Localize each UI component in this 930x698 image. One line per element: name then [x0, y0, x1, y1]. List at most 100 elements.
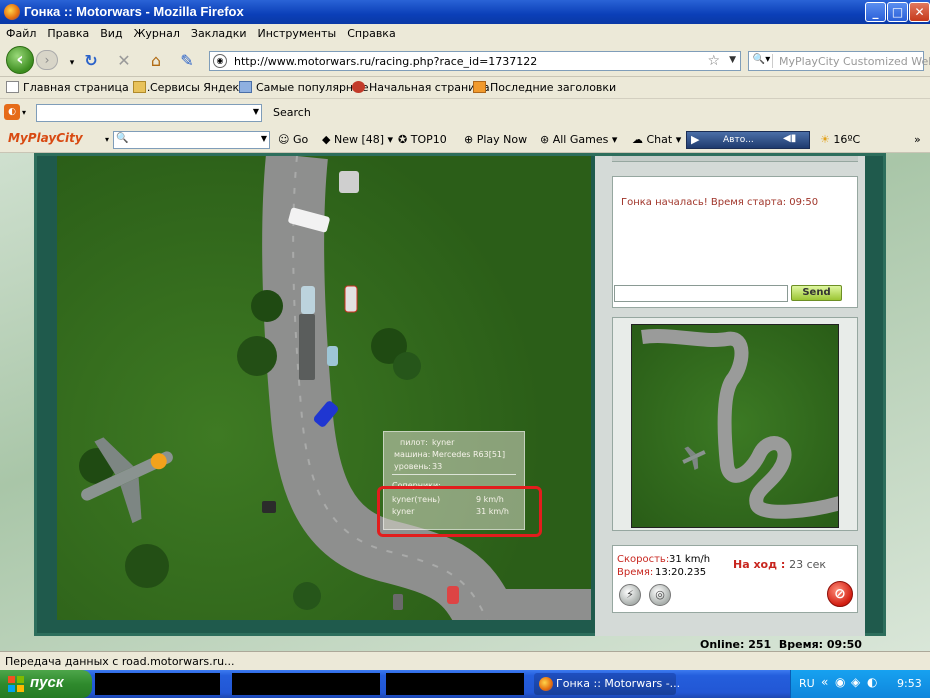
minimize-button[interactable]: _	[865, 2, 886, 22]
play-now-button[interactable]: ⊕ Play Now	[464, 133, 527, 146]
play-button-icon[interactable]: ▶	[691, 133, 699, 146]
language-indicator[interactable]: RU	[799, 677, 815, 690]
toolbar-dropdown-icon[interactable]: ▾	[22, 108, 26, 117]
road-asphalt	[262, 156, 591, 620]
minimap[interactable]	[631, 324, 839, 528]
home-icon[interactable]: ⌂	[147, 52, 165, 70]
tray-network-icon[interactable]: ◉	[835, 675, 845, 689]
stop-icon[interactable]: ✕	[115, 52, 133, 70]
minimap-track	[641, 329, 838, 519]
speed-label: Скорость:	[617, 554, 670, 565]
bookmark-yandex-home[interactable]: Главная страница Я...	[6, 81, 150, 94]
send-button[interactable]: Send	[791, 285, 842, 301]
red-annotation-outline	[377, 486, 542, 537]
bush	[251, 290, 283, 322]
race-sidebar: Гонка началась! Время старта: 09:50 Send	[595, 156, 865, 636]
pilot-label: пилот:	[400, 438, 428, 447]
menu-help[interactable]: Справка	[341, 24, 400, 40]
menu-file[interactable]: Файл	[0, 24, 41, 40]
media-player[interactable]: ▶ Авто... ◀▮	[686, 131, 810, 149]
new-icon: ◆	[322, 133, 331, 146]
time-label: Время:	[617, 567, 654, 578]
start-label: пуск	[30, 674, 64, 691]
address-bar[interactable]: ◉ http://www.motorwars.ru/racing.php?rac…	[209, 51, 741, 71]
go-button[interactable]: ☺ Go	[278, 133, 308, 146]
history-dropdown-icon[interactable]: ▾	[63, 54, 81, 72]
stop-race-button[interactable]: ⊘	[827, 581, 853, 607]
bookmark-start-page[interactable]: Начальная страница	[352, 81, 490, 94]
bookmark-star-icon[interactable]: ☆	[707, 53, 720, 69]
chat-button[interactable]: ☁ Chat ▾	[632, 133, 681, 146]
close-button[interactable]: ✕	[909, 2, 930, 22]
level-value: 33	[432, 462, 443, 471]
turn-timer: На ход : 23 сек	[733, 558, 826, 571]
car-label: машина:	[394, 450, 431, 459]
menu-view[interactable]: Вид	[94, 24, 127, 40]
start-button[interactable]: пуск	[0, 670, 92, 698]
menu-history[interactable]: Журнал	[128, 24, 185, 40]
site-identity-icon[interactable]: ◉	[213, 54, 227, 68]
race-track-view[interactable]: пилот: kyner машина: Mercedes R63[51] ур…	[57, 156, 591, 620]
toolbar-overflow-button[interactable]: »	[914, 133, 921, 146]
toolbar-search-input[interactable]: ▼	[36, 104, 262, 122]
redacted-area	[386, 673, 524, 695]
car-red	[447, 586, 459, 604]
speed-value: 31 km/h	[669, 554, 711, 565]
url-text: http://www.motorwars.ru/racing.php?race_…	[234, 55, 538, 68]
top10-button[interactable]: ✪ TOP10	[398, 133, 447, 146]
online-count: Online: 251	[700, 638, 772, 651]
maximize-button[interactable]: □	[887, 2, 908, 22]
tray-speaker-icon[interactable]: ◈	[851, 675, 860, 689]
search-input[interactable]: 🔍▾ MyPlayCity Customized Web	[748, 51, 930, 71]
toolbar2-search-input[interactable]: 🔍 ▼	[113, 131, 270, 149]
tray-back-icon[interactable]: «	[821, 675, 828, 689]
myplaycity-logo[interactable]: MyPlayCity	[8, 131, 83, 145]
menu-edit[interactable]: Правка	[41, 24, 94, 40]
addon-icon[interactable]: ✎	[178, 52, 196, 70]
top10-icon: ✪	[398, 133, 408, 146]
bookmark-latest-headlines[interactable]: Последние заголовки	[473, 81, 616, 94]
reload-icon[interactable]: ↻	[82, 52, 100, 70]
new-games-button[interactable]: ◆ New [48] ▾	[322, 133, 393, 146]
firefox-icon	[4, 4, 20, 20]
turn-timer-value: 23 сек	[789, 558, 827, 571]
toolbar-logo-icon[interactable]: ◐	[4, 104, 20, 120]
car-value: Mercedes R63[51]	[432, 450, 506, 459]
bookmark-yandex-services[interactable]: Сервисы Яндекса	[133, 81, 252, 94]
game-frame: пилот: kyner машина: Mercedes R63[51] ур…	[34, 153, 886, 636]
page-icon	[6, 81, 19, 93]
tooltip-divider	[392, 474, 516, 475]
car-red-white	[344, 285, 358, 313]
url-dropdown-icon[interactable]: ▼	[729, 55, 736, 65]
search-engine-icon[interactable]: 🔍▾	[751, 54, 773, 68]
car-grey	[393, 594, 403, 610]
firefox-page-icon	[352, 81, 365, 93]
horn-button[interactable]: ◎	[649, 584, 671, 606]
nitro-button[interactable]: ⚡	[619, 584, 641, 606]
go-icon: ☺	[278, 133, 290, 146]
chevron-down-icon[interactable]: ▼	[261, 134, 267, 143]
all-games-button[interactable]: ⊛ All Games ▾	[540, 133, 617, 146]
crashed-plane	[81, 437, 173, 524]
menu-bookmarks[interactable]: Закладки	[185, 24, 252, 40]
bookmark-most-popular[interactable]: Самые популярные	[239, 81, 369, 94]
pilot-value: kyner	[432, 438, 455, 447]
play-icon: ⊕	[464, 133, 474, 146]
forward-button[interactable]: ›	[36, 50, 58, 70]
chat-message: Гонка началась! Время старта: 09:50	[621, 197, 819, 208]
search-toolbar: ◐ ▾ ▼ Search	[0, 99, 930, 126]
volume-icon[interactable]: ◀▮	[783, 133, 796, 144]
brand-dropdown-icon[interactable]: ▾	[105, 135, 109, 144]
menu-tools[interactable]: Инструменты	[252, 24, 342, 40]
tray-app-icon[interactable]: ◐	[867, 675, 877, 689]
back-button[interactable]: ‹	[6, 46, 34, 74]
online-status: Online: 251 Время: 09:50	[700, 638, 862, 651]
chevron-down-icon[interactable]: ▼	[253, 107, 259, 116]
truck-trailer	[299, 314, 315, 380]
chat-input[interactable]	[614, 285, 788, 302]
panel-header-strip	[612, 156, 858, 162]
taskbar-firefox-window[interactable]: Гонка :: Motorwars -...	[534, 673, 680, 695]
taskbar-window-title: Гонка :: Motorwars -...	[556, 677, 681, 690]
weather-widget[interactable]: ☀ 16ºC	[820, 133, 860, 146]
toolbar-search-button[interactable]: Search	[273, 106, 311, 119]
